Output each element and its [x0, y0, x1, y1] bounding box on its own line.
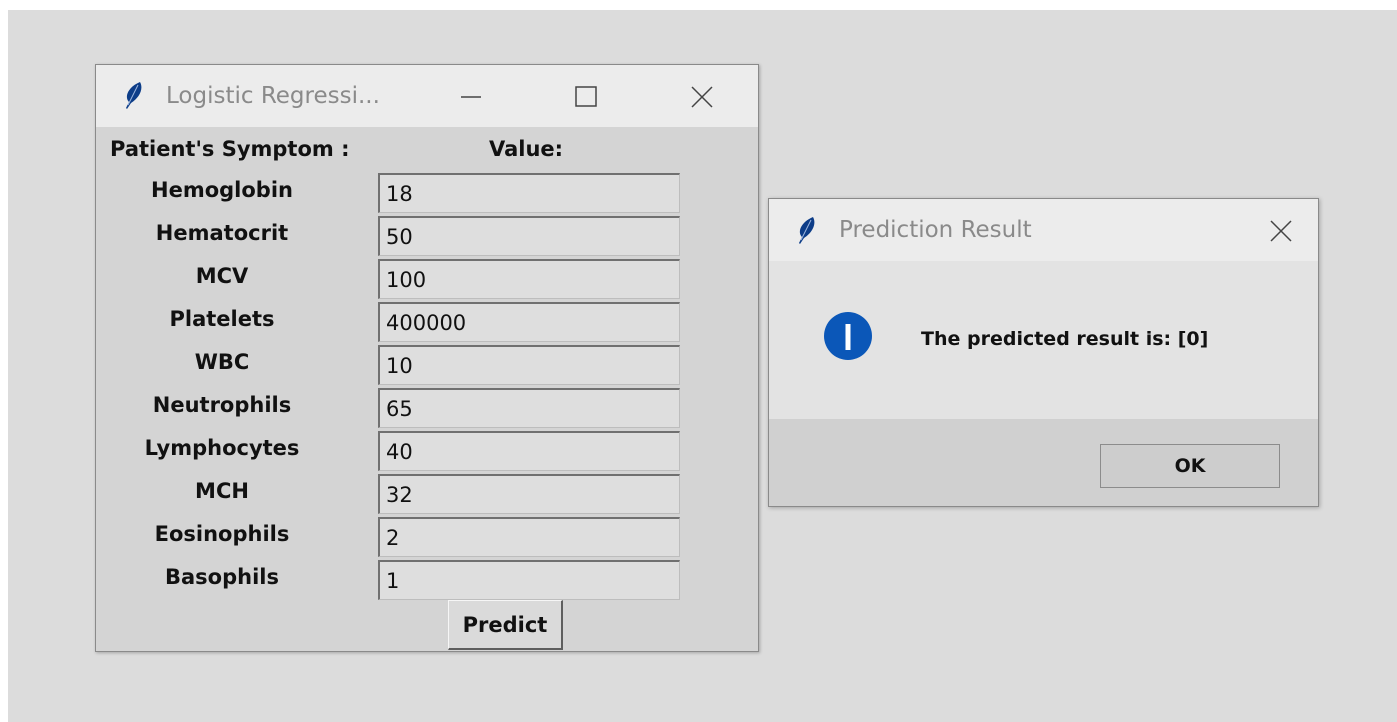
wbc-label: WBC	[194, 350, 250, 374]
eosinophils-label: Eosinophils	[154, 522, 290, 546]
platelets-input[interactable]	[378, 302, 680, 342]
mch-input[interactable]	[378, 474, 680, 514]
neutrophils-label: Neutrophils	[152, 393, 292, 417]
close-icon[interactable]	[682, 77, 722, 117]
predict-button[interactable]: Predict	[448, 600, 563, 650]
prediction-result-dialog: Prediction Result The predicted result i…	[768, 198, 1319, 507]
dialog-titlebar[interactable]: Prediction Result	[769, 199, 1318, 261]
screen-border-left	[0, 0, 8, 722]
mcv-label: MCV	[195, 264, 249, 288]
mcv-input[interactable]	[378, 259, 680, 299]
ok-button[interactable]: OK	[1100, 444, 1280, 488]
hemoglobin-input[interactable]	[378, 173, 680, 213]
symptom-header: Patient's Symptom :	[110, 137, 350, 161]
prediction-message: The predicted result is: [0]	[921, 328, 1209, 350]
feather-icon	[799, 217, 815, 244]
value-header: Value:	[489, 137, 564, 161]
hematocrit-label: Hematocrit	[155, 221, 289, 245]
main-window-titlebar[interactable]: Logistic Regressi...	[96, 65, 758, 127]
info-icon	[824, 312, 872, 360]
neutrophils-input[interactable]	[378, 388, 680, 428]
lymphocytes-input[interactable]	[378, 431, 680, 471]
hemoglobin-label: Hemoglobin	[151, 178, 293, 202]
screen-border-top	[0, 0, 1397, 10]
close-icon[interactable]	[1261, 211, 1301, 251]
minimize-icon[interactable]	[451, 77, 491, 117]
basophils-label: Basophils	[165, 565, 279, 589]
lymphocytes-label: Lymphocytes	[144, 436, 300, 460]
dialog-body: The predicted result is: [0]	[769, 261, 1318, 419]
basophils-input[interactable]	[378, 560, 680, 600]
feather-icon	[126, 82, 142, 109]
main-window-title: Logistic Regressi...	[166, 83, 380, 109]
eosinophils-input[interactable]	[378, 517, 680, 557]
platelets-label: Platelets	[169, 307, 275, 331]
dialog-title: Prediction Result	[839, 217, 1032, 243]
maximize-icon[interactable]	[566, 77, 606, 117]
hematocrit-input[interactable]	[378, 216, 680, 256]
mch-label: MCH	[195, 479, 249, 503]
wbc-input[interactable]	[378, 345, 680, 385]
logistic-regression-window: Logistic Regressi... Patient's Symptom :…	[95, 64, 759, 652]
